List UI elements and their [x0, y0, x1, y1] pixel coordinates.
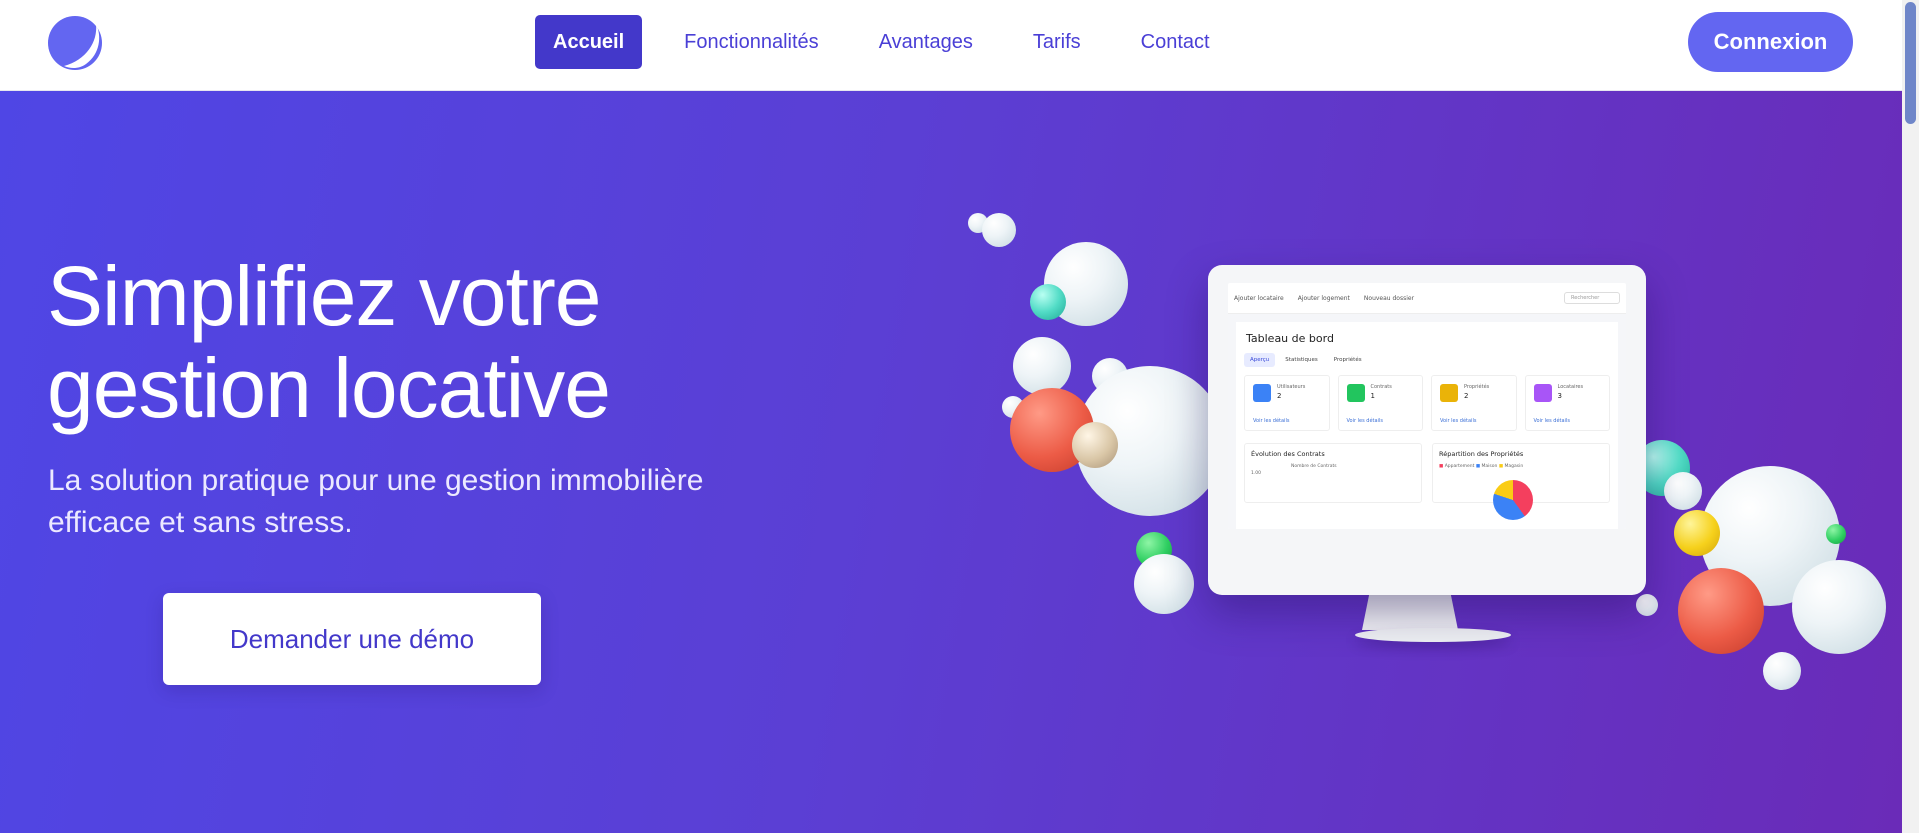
mockup-card-value: 2	[1464, 392, 1469, 400]
tenant-icon	[1533, 384, 1552, 402]
hero-title-line1: Simplifiez votre	[47, 249, 602, 343]
mockup-card: Utilisateurs 2 Voir les détails	[1244, 375, 1330, 431]
mockup-card-link: Voir les détails	[1533, 418, 1570, 424]
page-scrollbar[interactable]	[1902, 0, 1919, 833]
mockup-search: Rechercher	[1564, 292, 1620, 304]
document-icon	[1346, 384, 1365, 402]
nav-avantages[interactable]: Avantages	[861, 15, 991, 69]
decor-ball	[1674, 510, 1720, 556]
mockup-pie-chart: Répartition des Propriétés ■ Appartement…	[1432, 443, 1610, 520]
decor-ball	[1664, 472, 1702, 510]
site-header: Accueil Fonctionnalités Avantages Tarifs…	[0, 0, 1902, 91]
scrollbar-thumb[interactable]	[1905, 2, 1916, 124]
mockup-chart-ytick: 1.00	[1251, 471, 1262, 476]
mockup-card-value: 2	[1277, 392, 1282, 400]
legend-item: Maison	[1481, 464, 1498, 469]
monitor-mockup: Ajouter locataire Ajouter logement Nouve…	[1208, 265, 1646, 595]
decor-ball	[1134, 554, 1194, 614]
hero-title-line2: gestion locative	[47, 341, 611, 435]
users-icon	[1253, 384, 1271, 402]
decor-ball	[1072, 422, 1118, 468]
mockup-card-link: Voir les détails	[1253, 418, 1290, 424]
mockup-card-label: Utilisateurs	[1277, 384, 1306, 390]
mockup-tabs: Aperçu Statistiques Propriétés	[1244, 353, 1610, 367]
mockup-add-housing: Ajouter logement	[1297, 294, 1350, 302]
mockup-card-value: 3	[1557, 392, 1562, 400]
pie-chart-shape	[1493, 480, 1533, 520]
mockup-card-label: Locataires	[1557, 384, 1584, 390]
nav-contact[interactable]: Contact	[1123, 15, 1228, 69]
mockup-chart-legend: Nombre de Contrats	[1291, 464, 1337, 469]
decor-ball	[1636, 594, 1658, 616]
mockup-topbar: Ajouter locataire Ajouter logement Nouve…	[1228, 283, 1626, 314]
mockup-chart-title: Répartition des Propriétés	[1439, 450, 1524, 458]
legend-item: Magasin	[1504, 464, 1524, 469]
mockup-card-label: Contrats	[1370, 384, 1392, 390]
hero-subtitle: La solution pratique pour une gestion im…	[48, 460, 788, 544]
page: Accueil Fonctionnalités Avantages Tarifs…	[0, 0, 1902, 833]
mockup-cards: Utilisateurs 2 Voir les détails Contrats…	[1244, 375, 1610, 431]
mockup-charts: Évolution des Contrats Nombre de Contrat…	[1244, 443, 1610, 520]
hero-title: Simplifiez votre gestion locative	[47, 250, 807, 434]
mockup-card-link: Voir les détails	[1346, 418, 1383, 424]
nav-tarifs[interactable]: Tarifs	[1015, 15, 1099, 69]
decor-ball	[1030, 284, 1066, 320]
mockup-line-chart: Évolution des Contrats Nombre de Contrat…	[1244, 443, 1422, 503]
decor-ball	[1826, 524, 1846, 544]
decor-ball	[1763, 652, 1801, 690]
logo-icon[interactable]	[46, 14, 104, 72]
nav-accueil[interactable]: Accueil	[535, 15, 643, 69]
mockup-card-label: Propriétés	[1464, 384, 1490, 390]
mockup-tab: Aperçu	[1244, 353, 1276, 367]
main-nav: Accueil Fonctionnalités Avantages Tarifs…	[535, 15, 1252, 69]
mockup-add-tenant: Ajouter locataire	[1234, 294, 1284, 302]
mockup-tab: Statistiques	[1285, 357, 1318, 363]
legend-item: Appartement	[1444, 464, 1475, 469]
login-button[interactable]: Connexion	[1688, 12, 1853, 72]
request-demo-button[interactable]: Demander une démo	[163, 593, 541, 685]
decor-ball	[1792, 560, 1886, 654]
mockup-title: Tableau de bord	[1246, 332, 1334, 345]
mockup-panel: Tableau de bord Aperçu Statistiques Prop…	[1236, 322, 1618, 529]
mockup-card-link: Voir les détails	[1440, 418, 1477, 424]
hero-subtitle-line2: efficace et sans stress.	[48, 506, 353, 539]
monitor-stand	[1362, 592, 1458, 630]
decor-ball	[1678, 568, 1764, 654]
mockup-new-file: Nouveau dossier	[1363, 294, 1415, 302]
mockup-body: Tableau de bord Aperçu Statistiques Prop…	[1228, 314, 1626, 529]
nav-fonctionnalites[interactable]: Fonctionnalités	[666, 15, 837, 69]
hero-subtitle-line1: La solution pratique pour une gestion im…	[48, 464, 704, 497]
mockup-tab: Propriétés	[1333, 357, 1362, 363]
mockup-card: Locataires 3 Voir les détails	[1524, 375, 1610, 431]
mockup-card: Propriétés 2 Voir les détails	[1431, 375, 1517, 431]
monitor-base	[1355, 628, 1511, 642]
decor-ball	[1013, 337, 1071, 395]
decor-ball	[982, 213, 1016, 247]
mockup-chart-legend: ■ Appartement ■ Maison ■ Magasin	[1439, 464, 1524, 469]
dashboard-screenshot: Ajouter locataire Ajouter logement Nouve…	[1228, 283, 1626, 529]
home-icon	[1440, 384, 1458, 402]
mockup-card-value: 1	[1370, 392, 1375, 400]
mockup-card: Contrats 1 Voir les détails	[1337, 375, 1423, 431]
mockup-chart-title: Évolution des Contrats	[1251, 450, 1325, 458]
